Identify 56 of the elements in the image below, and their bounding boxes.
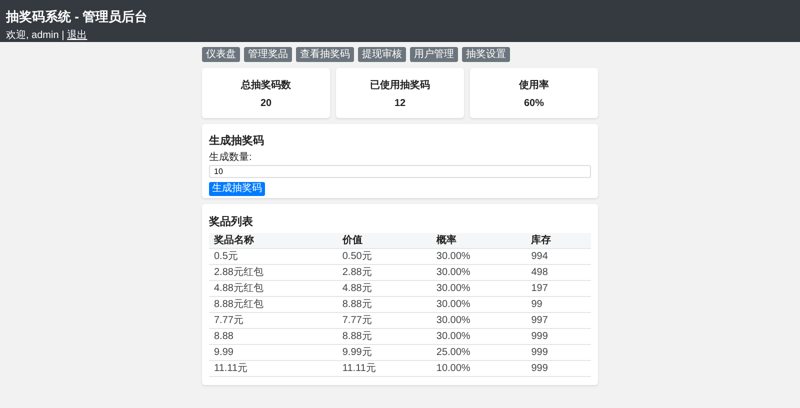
column-header: 价值 (337, 233, 432, 248)
table-cell: 30.00% (431, 328, 526, 344)
table-cell: 30.00% (431, 264, 526, 280)
quantity-field[interactable]: 10 (209, 165, 591, 178)
logout-link[interactable]: 退出 (67, 30, 88, 42)
table-cell: 8.88 (209, 328, 338, 344)
welcome-text: 欢迎, admin | (6, 30, 64, 42)
table-cell: 30.00% (431, 280, 526, 296)
nav-button[interactable]: 抽奖设置 (462, 47, 510, 62)
table-cell: 4.88元 (337, 280, 432, 296)
table-cell: 994 (526, 248, 591, 264)
stat-value: 12 (394, 98, 406, 108)
column-header: 概率 (431, 233, 526, 248)
nav-button[interactable]: 查看抽奖码 (296, 47, 354, 62)
table-cell: 11.11元 (337, 360, 432, 376)
table-cell: 999 (526, 328, 591, 344)
table-cell: 99 (526, 296, 591, 312)
table-cell: 2.88元 (337, 264, 432, 280)
table-cell: 11.11元 (209, 360, 338, 376)
column-header: 奖品名称 (209, 233, 338, 248)
table-cell: 197 (526, 280, 591, 296)
table-cell: 8.88元红包 (209, 296, 338, 312)
table-cell: 9.99 (209, 344, 338, 360)
stat-label: 总抽奖码数 (241, 78, 291, 92)
generate-button[interactable]: 生成抽奖码 (209, 182, 265, 196)
stat-value: 60% (524, 98, 544, 108)
table-cell: 0.5元 (209, 248, 338, 264)
section-title: 生成抽奖码 (209, 134, 265, 148)
table-cell: 30.00% (431, 296, 526, 312)
table-cell: 7.77元 (209, 312, 338, 328)
table-cell: 4.88元红包 (209, 280, 338, 296)
nav-button[interactable]: 仪表盘 (202, 47, 240, 62)
table-cell: 30.00% (431, 248, 526, 264)
nav-button[interactable]: 提现审核 (358, 47, 406, 62)
table-cell: 9.99元 (337, 344, 432, 360)
table-cell: 999 (526, 360, 591, 376)
table-cell: 7.77元 (337, 312, 432, 328)
table-cell: 999 (526, 344, 591, 360)
table-cell: 8.88元 (337, 296, 432, 312)
nav-button[interactable]: 用户管理 (410, 47, 458, 62)
section-title: 奖品列表 (209, 215, 254, 229)
nav-button[interactable]: 管理奖品 (244, 47, 292, 62)
page-title: 抽奖码系统 - 管理员后台 (6, 8, 149, 25)
stat-label: 已使用抽奖码 (370, 78, 430, 92)
table-cell: 10.00% (431, 360, 526, 376)
table-cell: 2.88元红包 (209, 264, 338, 280)
field-label: 生成数量: (209, 152, 253, 163)
table-cell: 0.50元 (337, 248, 432, 264)
stat-label: 使用率 (519, 78, 549, 92)
table-cell: 30.00% (431, 312, 526, 328)
table-cell: 8.88元 (337, 328, 432, 344)
table-cell: 498 (526, 264, 591, 280)
table-cell: 25.00% (431, 344, 526, 360)
column-header: 库存 (526, 233, 591, 248)
table-cell: 997 (526, 312, 591, 328)
stat-value: 20 (260, 98, 272, 108)
